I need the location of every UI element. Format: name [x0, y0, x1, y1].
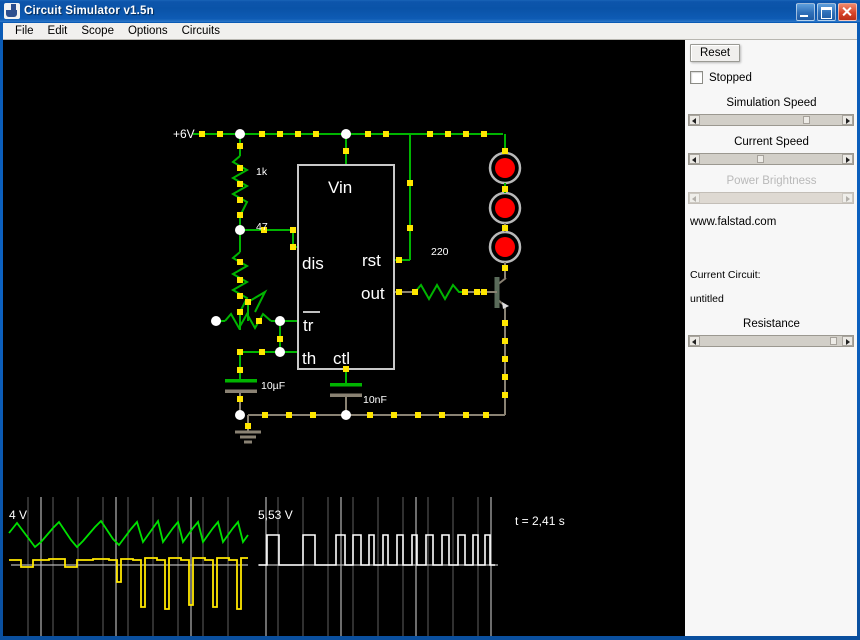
resistance-label: Resistance: [743, 318, 800, 330]
svg-text:47: 47: [256, 221, 268, 233]
client-area: +6V Vin dis rst out tr th ctl 1k 47 220 …: [3, 40, 857, 636]
scope-area[interactable]: 4 V 5,53 V t = 2,41 s: [3, 497, 684, 636]
slider-left-arrow-icon[interactable]: [689, 336, 700, 346]
resistance-slider[interactable]: [688, 335, 854, 347]
stopped-checkbox[interactable]: [690, 71, 703, 84]
ground-icon: [235, 430, 261, 444]
svg-text:10µF: 10µF: [261, 380, 285, 392]
window-title: Circuit Simulator v1.5n: [24, 5, 154, 17]
svg-text:Vin: Vin: [328, 178, 352, 197]
slider-right-arrow-icon: [842, 193, 853, 203]
led-3: [488, 230, 522, 264]
minimize-icon[interactable]: [796, 3, 815, 21]
menu-item-scope[interactable]: Scope: [74, 23, 121, 39]
stopped-checkbox-row[interactable]: Stopped: [690, 71, 752, 84]
title-bar: Circuit Simulator v1.5n: [0, 0, 860, 22]
slider-left-arrow-icon[interactable]: [689, 115, 700, 125]
reset-button[interactable]: Reset: [690, 44, 741, 62]
led-1: [488, 151, 522, 185]
svg-text:ctl: ctl: [333, 349, 350, 368]
current-speed-slider[interactable]: [688, 153, 854, 165]
svg-text:1k: 1k: [256, 166, 268, 178]
capacitor-10uF: [225, 379, 257, 393]
simulation-speed-label: Simulation Speed: [726, 97, 817, 109]
slider-left-arrow-icon[interactable]: [689, 154, 700, 164]
svg-text:th: th: [302, 349, 316, 368]
svg-text:t = 2,41 s: t = 2,41 s: [515, 514, 565, 528]
java-coffee-cup-icon: [4, 3, 20, 19]
led-2: [488, 191, 522, 225]
app-window: Circuit Simulator v1.5n File Edit Scope …: [0, 0, 860, 640]
led-stack: [488, 134, 522, 278]
svg-text:tr: tr: [303, 316, 314, 335]
current-circuit-name: untitled: [690, 293, 724, 305]
menu-item-circuits[interactable]: Circuits: [175, 23, 227, 39]
slider-thumb[interactable]: [830, 337, 837, 345]
website-link[interactable]: www.falstad.com: [690, 216, 776, 228]
slider-right-arrow-icon[interactable]: [842, 154, 853, 164]
close-icon[interactable]: [838, 3, 857, 21]
maximize-icon[interactable]: [817, 3, 836, 21]
power-brightness-label: Power Brightness: [726, 175, 817, 187]
control-panel: Reset Stopped Simulation Speed Current S…: [684, 40, 857, 636]
svg-text:5,53 V: 5,53 V: [258, 508, 293, 522]
svg-text:out: out: [361, 284, 385, 303]
resistor-220: [414, 282, 465, 302]
svg-text:+6V: +6V: [173, 127, 195, 141]
svg-text:dis: dis: [302, 254, 324, 273]
slider-thumb[interactable]: [757, 155, 764, 163]
window-controls: [796, 3, 857, 21]
menu-bar: File Edit Scope Options Circuits: [3, 23, 857, 40]
current-circuit-label: Current Circuit:: [690, 269, 761, 281]
svg-text:220: 220: [431, 246, 449, 258]
power-brightness-slider: [688, 192, 854, 204]
slider-left-arrow-icon: [689, 193, 700, 203]
slider-thumb[interactable]: [803, 116, 810, 124]
menu-item-options[interactable]: Options: [121, 23, 175, 39]
stopped-label: Stopped: [709, 71, 752, 84]
current-speed-label: Current Speed: [734, 136, 809, 148]
menu-item-file[interactable]: File: [8, 23, 41, 39]
capacitor-10nF: [330, 383, 362, 397]
simulation-speed-slider[interactable]: [688, 114, 854, 126]
menu-item-edit[interactable]: Edit: [41, 23, 75, 39]
svg-text:rst: rst: [362, 251, 381, 270]
slider-right-arrow-icon[interactable]: [842, 115, 853, 125]
svg-text:4 V: 4 V: [9, 508, 27, 522]
slider-right-arrow-icon[interactable]: [842, 336, 853, 346]
circuit-labels: +6V Vin dis rst out tr th ctl 1k 47 220 …: [173, 127, 449, 406]
svg-text:10nF: 10nF: [363, 394, 387, 406]
